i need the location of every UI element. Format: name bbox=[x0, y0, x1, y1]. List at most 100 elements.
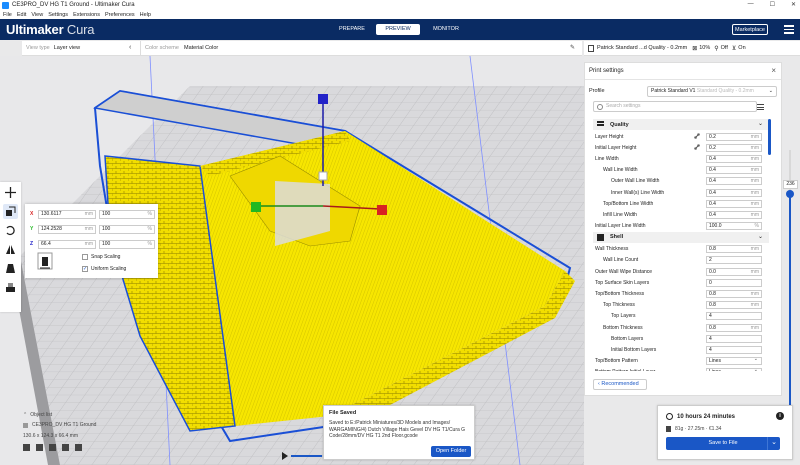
color-scheme-select[interactable]: Material Color bbox=[184, 45, 218, 51]
setting-value-input[interactable]: 0.4 mm bbox=[706, 210, 762, 219]
setting-value-input[interactable]: 0.2 mm bbox=[706, 132, 762, 141]
setting-value-input[interactable]: 4 bbox=[706, 334, 762, 343]
setting-value-input[interactable]: 2 bbox=[706, 256, 762, 265]
setting-value-input[interactable]: 100.0% bbox=[706, 222, 762, 231]
settings-category-quality[interactable]: Quality ⌄ bbox=[593, 119, 769, 130]
save-to-file-button[interactable]: Save to File bbox=[666, 437, 780, 450]
rotate-tool-button[interactable] bbox=[3, 223, 18, 238]
right-view-icon[interactable] bbox=[75, 444, 82, 451]
settings-list: Quality ⌄ Layer Height 0.2 mm Initial Layer H… bbox=[593, 119, 769, 371]
uniform-scaling-checkbox[interactable]: ✓ bbox=[82, 266, 88, 272]
snap-scaling-row[interactable]: Snap Scaling bbox=[82, 254, 120, 260]
settings-visibility-menu-icon[interactable] bbox=[757, 104, 764, 110]
menu-settings[interactable]: Settings bbox=[48, 12, 68, 18]
scale-tool-button[interactable] bbox=[3, 204, 18, 219]
setting-value-input[interactable]: 0.8 mm bbox=[706, 323, 762, 332]
per-model-settings-button[interactable] bbox=[3, 261, 18, 276]
maximize-button[interactable]: ☐ bbox=[770, 1, 775, 8]
linked-setting-icon[interactable] bbox=[694, 133, 700, 139]
setting-value-input[interactable]: 4 bbox=[706, 312, 762, 321]
account-menu-icon[interactable] bbox=[784, 25, 794, 34]
minimize-button[interactable]: — bbox=[748, 1, 754, 8]
mirror-tool-button[interactable] bbox=[3, 242, 18, 257]
setting-value-input[interactable]: 0.8 mm bbox=[706, 290, 762, 299]
window-controls: — ☐ ✕ bbox=[748, 1, 796, 8]
menu-help[interactable]: Help bbox=[140, 12, 151, 18]
settings-category-shell[interactable]: Shell ⌄ bbox=[593, 231, 769, 243]
edit-pencil-icon[interactable]: ✎ bbox=[570, 44, 575, 51]
chevron-down-icon: ⌄ bbox=[768, 87, 773, 94]
scale-z-pct-input[interactable]: 100% bbox=[99, 239, 155, 249]
setting-label: Initial Layer Height bbox=[595, 144, 637, 151]
setting-value-input[interactable]: 0.2 mm bbox=[706, 143, 762, 152]
uniform-scaling-row[interactable]: ✓ Uniform Scaling bbox=[82, 266, 126, 272]
menu-extensions[interactable]: Extensions bbox=[73, 12, 100, 18]
setting-dropdown[interactable]: Lines bbox=[706, 356, 762, 366]
tab-preview[interactable]: PREVIEW bbox=[376, 24, 420, 35]
gizmo-x-handle[interactable] bbox=[377, 205, 387, 215]
snap-scaling-checkbox[interactable] bbox=[82, 254, 88, 260]
chevron-down-icon: ⌄ bbox=[757, 233, 763, 240]
front-view-icon[interactable] bbox=[36, 444, 43, 451]
lay-flat-icon[interactable] bbox=[37, 252, 53, 270]
3d-view-icon[interactable] bbox=[23, 444, 30, 451]
setting-value-input[interactable]: 0.8 mm bbox=[706, 245, 762, 254]
setting-dropdown[interactable]: Lines bbox=[706, 367, 762, 371]
layer-slider[interactable] bbox=[786, 150, 794, 440]
close-window-button[interactable]: ✕ bbox=[791, 1, 796, 8]
setting-value-input[interactable]: 0.4 mm bbox=[706, 199, 762, 208]
settings-scrollbar[interactable] bbox=[768, 119, 771, 155]
scale-x-pct-input[interactable]: 100% bbox=[99, 209, 155, 219]
profile-select[interactable]: Patrick Standard V1 Standard Quality - 0… bbox=[647, 85, 777, 97]
setting-value-input[interactable]: 0.4 mm bbox=[706, 154, 762, 163]
gizmo-y-handle[interactable] bbox=[251, 202, 261, 212]
object-list-item[interactable]: CE3PRO_DV HG T1 Ground bbox=[23, 422, 143, 428]
menu-file[interactable]: File bbox=[3, 12, 12, 18]
left-view-icon[interactable] bbox=[62, 444, 69, 451]
layer-number-input[interactable]: 236 bbox=[783, 180, 798, 189]
move-tool-button[interactable] bbox=[3, 185, 18, 200]
info-icon[interactable]: i bbox=[776, 412, 784, 420]
setting-value-input[interactable]: 0.4 mm bbox=[706, 166, 762, 175]
menu-preferences[interactable]: Preferences bbox=[105, 12, 135, 18]
view-options-bar: View type Layer view ‹ Color scheme Mate… bbox=[22, 41, 582, 56]
print-setup-selector[interactable]: Patrick Standard ...d Quality - 0.2mm ⊠ … bbox=[584, 41, 800, 56]
path-slider[interactable] bbox=[282, 452, 322, 460]
tab-monitor[interactable]: MONITOR bbox=[420, 24, 472, 35]
setting-value-input[interactable]: 0 bbox=[706, 278, 762, 287]
tab-prepare[interactable]: PREPARE bbox=[328, 24, 376, 35]
scale-y-mm-input[interactable]: 124.2528 mm bbox=[38, 224, 96, 234]
setting-row: Wall Thickness 0.8 mm bbox=[593, 244, 769, 255]
settings-search-input[interactable]: Search settings bbox=[593, 101, 757, 112]
setting-value-input[interactable]: 0.4 mm bbox=[706, 188, 762, 197]
per-model-settings-icon bbox=[6, 264, 15, 273]
scale-z-mm-input[interactable]: 66.4 mm bbox=[38, 239, 96, 249]
layer-slider-handle[interactable] bbox=[786, 190, 794, 198]
setting-value-input[interactable]: 4 bbox=[706, 345, 762, 354]
scale-x-mm-input[interactable]: 130.6117 mm bbox=[38, 209, 96, 219]
marketplace-button[interactable]: Marketplace bbox=[732, 24, 768, 35]
setting-value-input[interactable]: 0.8 mm bbox=[706, 301, 762, 310]
view-type-select[interactable]: Layer view bbox=[54, 45, 80, 51]
scale-y-pct-input[interactable]: 100% bbox=[99, 224, 155, 234]
setting-value-input[interactable]: 0.4 mm bbox=[706, 177, 762, 186]
z-axis-label: Z bbox=[30, 241, 34, 247]
object-list-toggle[interactable]: ⌃ Object list bbox=[23, 412, 143, 418]
toast-body: Saved to E:/Patrick Miniatures/3D Models… bbox=[329, 420, 466, 439]
open-folder-button[interactable]: Open Folder bbox=[431, 446, 471, 457]
support-blocker-button[interactable] bbox=[3, 280, 18, 295]
close-icon[interactable]: × bbox=[771, 66, 776, 75]
setting-row: Top/Bottom Line Width 0.4 mm bbox=[593, 198, 769, 209]
y-axis-label: Y bbox=[30, 226, 34, 232]
support-icon: ⚲ bbox=[714, 45, 719, 52]
recommended-button[interactable]: ‹ Recommended bbox=[593, 379, 647, 390]
setting-value-input[interactable]: 0.0 mm bbox=[706, 267, 762, 276]
menu-edit[interactable]: Edit bbox=[17, 12, 26, 18]
gizmo-z-handle[interactable] bbox=[318, 94, 328, 104]
linked-setting-icon[interactable] bbox=[694, 144, 700, 150]
menu-view[interactable]: View bbox=[31, 12, 43, 18]
output-device-dropdown[interactable]: ⌄ bbox=[767, 437, 780, 450]
gizmo-center-handle[interactable] bbox=[318, 171, 328, 181]
collapse-chevron-icon[interactable]: ‹ bbox=[129, 44, 131, 51]
top-view-icon[interactable] bbox=[49, 444, 56, 451]
